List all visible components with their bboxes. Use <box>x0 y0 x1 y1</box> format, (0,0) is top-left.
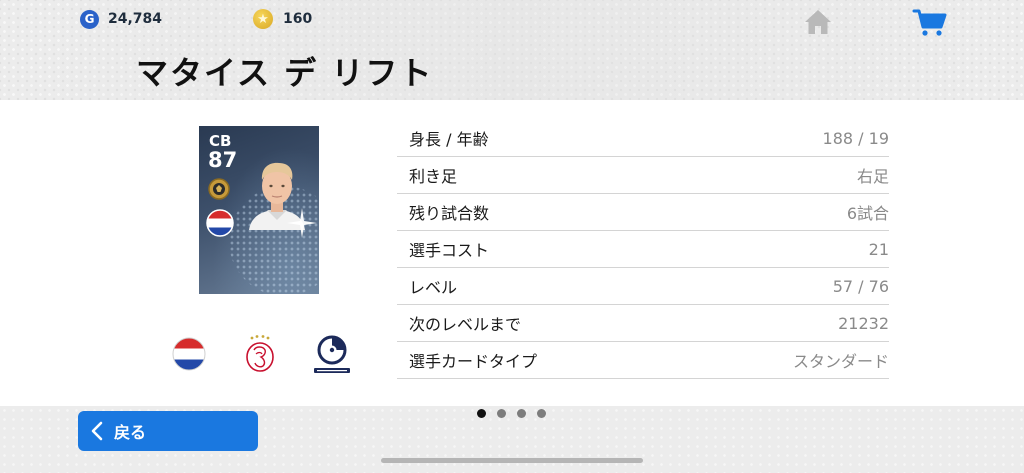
coin-balance: ★ 160 <box>253 8 312 30</box>
gp-icon: G <box>80 9 99 29</box>
stat-value: 6試合 <box>846 204 889 223</box>
gp-amount: 24,784 <box>108 11 163 27</box>
stat-row-foot: 利き足 右足 <box>397 157 889 194</box>
coin-amount: 160 <box>283 11 313 27</box>
cart-icon[interactable] <box>912 8 948 38</box>
card-nationality-flag-icon <box>206 209 234 237</box>
stat-row-next-level: 次のレベルまで 21232 <box>397 305 889 342</box>
stat-row-player-cost: 選手コスト 21 <box>397 231 889 268</box>
back-button[interactable]: 戻る <box>78 411 258 451</box>
stat-label: 利き足 <box>409 167 458 186</box>
club-crest-icon[interactable] <box>244 334 276 374</box>
stat-value: 188 / 19 <box>822 128 889 148</box>
stat-label: 次のレベルまで <box>409 315 522 334</box>
page-dot-4[interactable] <box>537 409 546 418</box>
coin-icon: ★ <box>253 9 273 29</box>
page-dot-3[interactable] <box>517 409 526 418</box>
club-badge-icon <box>208 178 230 200</box>
page-dot-2[interactable] <box>497 409 506 418</box>
card-rating: 87 <box>208 148 238 172</box>
sparkle-icon <box>287 208 317 238</box>
stat-label: 選手カードタイプ <box>409 352 538 371</box>
gp-balance: G 24,784 <box>80 8 162 30</box>
page-dot-1[interactable] <box>477 409 486 418</box>
stat-value: 21 <box>868 239 889 259</box>
stat-value: 右足 <box>856 167 889 186</box>
page-indicator <box>477 409 546 418</box>
stat-label: 身長 / 年齢 <box>409 130 489 149</box>
stat-label: レベル <box>409 278 458 297</box>
player-card[interactable]: CB 87 <box>199 126 319 294</box>
nationality-flag-icon[interactable] <box>172 337 206 371</box>
player-name: マタイス デ リフト <box>136 54 434 92</box>
home-indicator-bar[interactable] <box>381 458 643 463</box>
stat-row-remaining-matches: 残り試合数 6試合 <box>397 194 889 231</box>
league-logo-icon[interactable] <box>312 334 352 376</box>
stat-label: 選手コスト <box>409 241 490 260</box>
stat-value: 57 / 76 <box>832 276 889 296</box>
back-label: 戻る <box>114 423 147 442</box>
stat-value: スタンダード <box>792 352 889 371</box>
stat-label: 残り試合数 <box>409 204 490 223</box>
stat-row-height-age: 身長 / 年齢 188 / 19 <box>397 120 889 157</box>
chevron-left-icon <box>91 421 103 441</box>
stat-row-level: レベル 57 / 76 <box>397 268 889 305</box>
stat-row-card-type: 選手カードタイプ スタンダード <box>397 342 889 379</box>
home-icon[interactable] <box>803 8 833 36</box>
stat-value: 21232 <box>838 313 889 333</box>
player-stats-table: 身長 / 年齢 188 / 19 利き足 右足 残り試合数 6試合 選手コスト … <box>397 120 889 379</box>
